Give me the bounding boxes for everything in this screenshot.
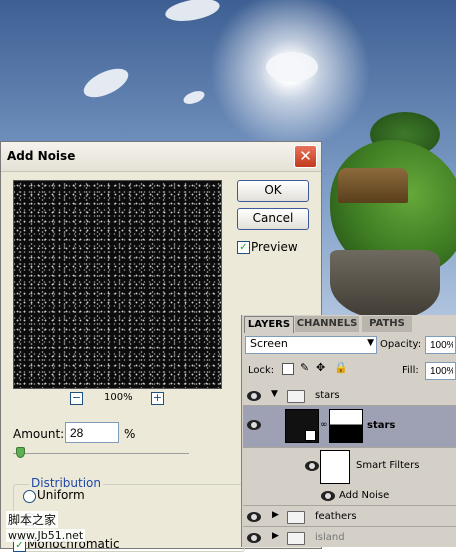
layer-row-island-group[interactable]: ▶ island — [243, 529, 456, 547]
watermark-chinese: 脚本之家 — [6, 511, 59, 528]
preview-label: Preview — [251, 240, 298, 254]
house-image — [338, 168, 408, 203]
layer-name: Add Noise — [339, 490, 390, 501]
uniform-label: Uniform — [37, 488, 85, 502]
smart-object-badge-icon — [305, 430, 316, 441]
expand-triangle-icon[interactable]: ▶ — [272, 531, 279, 541]
close-icon: ✕ — [299, 147, 312, 165]
layer-name: Smart Filters — [356, 460, 420, 471]
noise-preview[interactable] — [13, 180, 222, 389]
layer-name: stars — [315, 390, 340, 401]
opacity-label: Opacity: — [380, 339, 422, 350]
layer-mask-thumbnail[interactable] — [329, 409, 363, 443]
filter-mask-thumbnail[interactable] — [320, 450, 350, 484]
layer-row-smart-filters[interactable]: Smart Filters — [243, 448, 456, 486]
cancel-button[interactable]: Cancel — [237, 208, 309, 230]
lock-all-icon[interactable]: 🔒 — [334, 361, 348, 374]
visibility-eye-icon[interactable] — [305, 461, 319, 471]
uniform-radio[interactable] — [23, 490, 36, 503]
minus-icon: − — [71, 391, 82, 404]
layer-name: feathers — [315, 511, 357, 522]
collapse-triangle-icon[interactable]: ▼ — [271, 389, 278, 399]
zoom-level: 100% — [104, 392, 133, 403]
layers-panel: LAYERS CHANNELS PATHS Screen ▼ Opacity: … — [241, 315, 456, 547]
watermark-url: www.Jb51.net — [6, 529, 86, 542]
dialog-title: Add Noise — [7, 149, 76, 163]
visibility-eye-icon[interactable] — [321, 491, 335, 501]
tab-channels[interactable]: CHANNELS — [295, 316, 359, 332]
expand-triangle-icon[interactable]: ▶ — [272, 510, 279, 520]
chevron-down-icon: ▼ — [367, 338, 374, 348]
layer-row-stars-group[interactable]: ▼ stars — [243, 387, 456, 406]
close-button[interactable]: ✕ — [294, 145, 317, 168]
blend-mode-value: Screen — [250, 337, 288, 350]
blend-mode-select[interactable]: Screen ▼ — [245, 336, 377, 354]
plus-icon: + — [152, 391, 163, 404]
tab-layers[interactable]: LAYERS — [244, 316, 294, 333]
ok-button[interactable]: OK — [237, 180, 309, 202]
fill-label: Fill: — [402, 365, 419, 376]
amount-slider-track[interactable] — [13, 453, 189, 454]
lock-transparency-icon[interactable] — [282, 363, 294, 375]
layer-row-feathers-group[interactable]: ▶ feathers — [243, 508, 456, 527]
check-icon: ✓ — [239, 242, 248, 253]
visibility-eye-icon[interactable] — [247, 512, 261, 522]
amount-slider-handle[interactable] — [16, 447, 26, 458]
zoom-in-button[interactable]: + — [151, 392, 164, 405]
lock-label: Lock: — [248, 365, 275, 376]
visibility-eye-icon[interactable] — [247, 391, 261, 401]
layer-row-add-noise[interactable]: Add Noise — [243, 487, 456, 506]
amount-input[interactable] — [65, 422, 119, 443]
visibility-eye-icon[interactable] — [247, 533, 261, 543]
visibility-eye-icon[interactable] — [247, 420, 261, 430]
dialog-titlebar[interactable]: Add Noise ✕ — [1, 142, 321, 172]
opacity-input[interactable] — [425, 336, 456, 354]
folder-icon — [287, 390, 305, 403]
layer-name: stars — [367, 420, 396, 431]
zoom-out-button[interactable]: − — [70, 392, 83, 405]
fill-input[interactable] — [425, 362, 456, 380]
amount-label: Amount: — [13, 427, 65, 441]
tab-paths[interactable]: PATHS — [362, 316, 412, 332]
chain-link-icon[interactable]: ∞ — [320, 420, 328, 430]
layer-name: island — [315, 532, 345, 543]
lock-position-icon[interactable]: ✥ — [316, 361, 325, 374]
folder-icon — [287, 532, 305, 545]
amount-unit: % — [124, 427, 136, 441]
folder-icon — [287, 511, 305, 524]
preview-checkbox[interactable]: ✓ — [237, 241, 250, 254]
layer-row-stars[interactable]: ∞ stars — [243, 406, 456, 448]
dove-image — [266, 52, 318, 82]
lock-pixels-icon[interactable]: ✎ — [300, 361, 309, 374]
